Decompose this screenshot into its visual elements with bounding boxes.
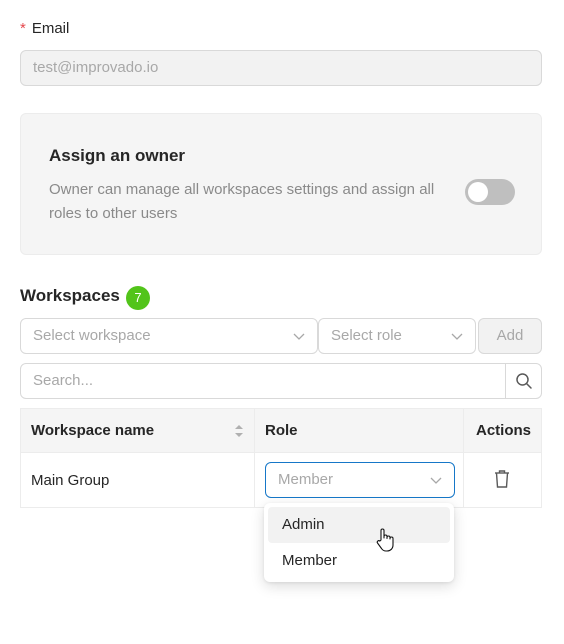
workspaces-count-badge: 7 bbox=[126, 286, 150, 310]
owner-toggle[interactable] bbox=[465, 179, 515, 205]
workspaces-table: Workspace name Role Actions Main Group M… bbox=[20, 408, 542, 508]
column-header-role: Role bbox=[265, 422, 298, 439]
toggle-knob bbox=[468, 182, 488, 202]
workspaces-title: Workspaces bbox=[20, 286, 120, 305]
search-icon bbox=[516, 373, 532, 389]
column-header-workspace-name: Workspace name bbox=[31, 422, 155, 439]
workspace-name-cell: Main Group bbox=[31, 472, 110, 489]
select-role-placeholder: Select role bbox=[331, 327, 402, 344]
chevron-down-icon bbox=[430, 477, 442, 484]
column-divider bbox=[463, 409, 464, 507]
role-select-placeholder: Member bbox=[278, 471, 334, 488]
chevron-down-icon bbox=[451, 333, 463, 340]
email-label-text: Email bbox=[31, 20, 70, 37]
role-option-admin[interactable]: Admin bbox=[268, 507, 450, 543]
hand-cursor-icon bbox=[376, 528, 394, 552]
trash-icon[interactable] bbox=[493, 469, 511, 489]
sort-icon[interactable] bbox=[233, 423, 245, 439]
select-workspace-dropdown[interactable]: Select workspace bbox=[20, 318, 318, 354]
column-header-actions: Actions bbox=[476, 422, 532, 439]
email-label: * Email bbox=[20, 20, 69, 37]
assign-owner-title: Assign an owner bbox=[49, 146, 186, 165]
required-marker: * bbox=[20, 20, 26, 37]
select-role-dropdown[interactable]: Select role bbox=[318, 318, 476, 354]
assign-owner-card: Assign an owner Owner can manage all wor… bbox=[20, 113, 542, 255]
select-workspace-placeholder: Select workspace bbox=[33, 327, 151, 344]
email-field[interactable]: test@improvado.io bbox=[20, 50, 542, 86]
role-select[interactable]: Member bbox=[265, 462, 455, 498]
add-button[interactable]: Add bbox=[478, 318, 542, 354]
chevron-down-icon bbox=[293, 333, 305, 340]
assign-owner-description: Owner can manage all workspaces settings… bbox=[49, 181, 435, 222]
role-option-member[interactable]: Member bbox=[268, 543, 450, 579]
search-input[interactable]: Search... bbox=[33, 364, 93, 398]
role-dropdown-menu: Admin Member bbox=[264, 503, 454, 582]
column-divider bbox=[254, 409, 255, 507]
search-box: Search... bbox=[20, 363, 542, 399]
search-button[interactable] bbox=[505, 364, 541, 398]
